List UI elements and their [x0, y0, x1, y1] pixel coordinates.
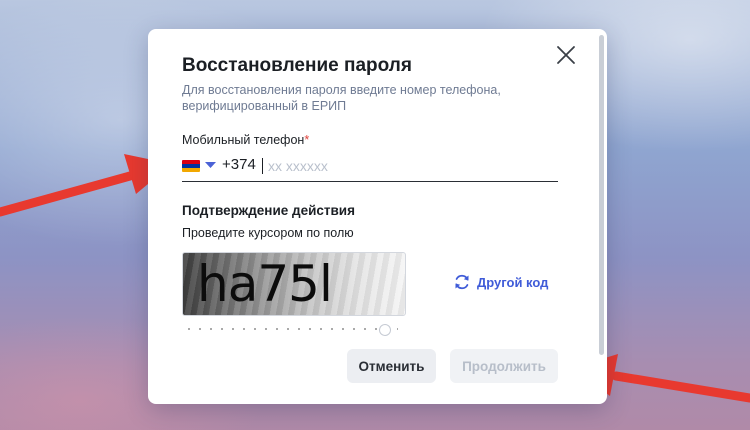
- text-cursor: [262, 158, 263, 174]
- armenia-flag-icon[interactable]: [182, 160, 200, 172]
- other-code-label: Другой код: [477, 274, 549, 290]
- phone-label: Мобильный телефон*: [182, 133, 309, 147]
- captcha-slider-track[interactable]: [188, 326, 398, 332]
- cancel-button[interactable]: Отменить: [347, 349, 436, 383]
- dial-code: +374: [222, 156, 256, 173]
- dialog-title: Восстановление пароля: [182, 55, 412, 76]
- chevron-down-icon[interactable]: [205, 161, 216, 169]
- dialog-scrollbar[interactable]: [599, 35, 604, 355]
- password-recovery-dialog: Восстановление пароля Для восстановления…: [148, 29, 607, 404]
- confirmation-hint: Проведите курсором по полю: [182, 226, 354, 240]
- continue-button[interactable]: Продолжить: [450, 349, 558, 383]
- captcha-text: ha75l: [197, 255, 333, 313]
- captcha-slider-handle[interactable]: [379, 324, 391, 336]
- other-code-button[interactable]: Другой код: [453, 273, 548, 291]
- dialog-subtitle: Для восстановления пароля введите номер …: [182, 83, 501, 113]
- captcha-image[interactable]: ha75l: [182, 252, 406, 316]
- phone-input[interactable]: [268, 155, 548, 177]
- close-button[interactable]: [554, 43, 578, 67]
- required-mark: *: [304, 133, 310, 147]
- confirmation-title: Подтверждение действия: [182, 203, 355, 218]
- close-icon: [557, 46, 575, 64]
- phone-label-text: Мобильный телефон: [182, 133, 305, 147]
- refresh-icon: [455, 274, 469, 290]
- phone-field: +374: [182, 151, 558, 182]
